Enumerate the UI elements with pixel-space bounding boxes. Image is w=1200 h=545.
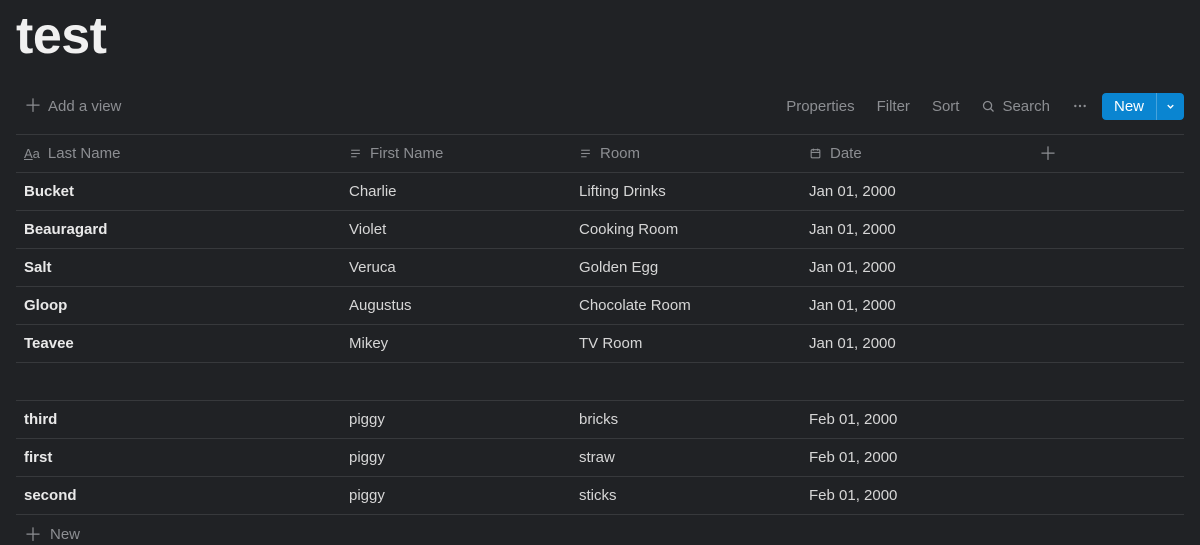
ellipsis-icon [1072, 98, 1088, 114]
column-header-label: Room [600, 145, 640, 162]
cell-last-name: Bucket [16, 183, 341, 200]
cell-first-name: piggy [341, 487, 571, 504]
filter-button[interactable]: Filter [869, 94, 918, 119]
cell-room: straw [571, 449, 801, 466]
cell-date: Jan 01, 2000 [801, 183, 1031, 200]
cell-last-name: Salt [16, 259, 341, 276]
column-header-label: Last Name [48, 145, 121, 162]
cell-first-name: Mikey [341, 335, 571, 352]
search-button[interactable]: Search [973, 94, 1058, 119]
plus-icon: ＋ [24, 97, 42, 115]
cell-room: Cooking Room [571, 221, 801, 238]
cell-room: TV Room [571, 335, 801, 352]
cell-last-name: Teavee [16, 335, 341, 352]
title-property-icon: Aa [24, 146, 40, 161]
date-property-icon [809, 147, 822, 160]
cell-first-name: Charlie [341, 183, 571, 200]
cell-last-name: third [16, 411, 341, 428]
properties-button[interactable]: Properties [778, 94, 862, 119]
table-row[interactable]: BeauragardVioletCooking RoomJan 01, 2000 [16, 211, 1184, 249]
cell-room: Lifting Drinks [571, 183, 801, 200]
text-property-icon [579, 147, 592, 160]
table-header-row: Aa Last Name First Name Room Date [16, 135, 1184, 173]
cell-last-name: Gloop [16, 297, 341, 314]
add-column-button[interactable]: ＋ [1031, 145, 1184, 163]
cell-last-name: second [16, 487, 341, 504]
search-label: Search [1002, 98, 1050, 115]
column-header-room[interactable]: Room [571, 145, 801, 162]
sort-button[interactable]: Sort [924, 94, 968, 119]
column-header-label: Date [830, 145, 862, 162]
page-title[interactable]: test [16, 0, 1184, 84]
cell-first-name: piggy [341, 449, 571, 466]
new-split-button: New [1102, 93, 1184, 120]
cell-first-name: Violet [341, 221, 571, 238]
table-row[interactable]: thirdpiggybricksFeb 01, 2000 [16, 401, 1184, 439]
column-header-date[interactable]: Date [801, 145, 1031, 162]
cell-room: Chocolate Room [571, 297, 801, 314]
chevron-down-icon [1165, 101, 1176, 112]
table-row[interactable]: TeaveeMikeyTV RoomJan 01, 2000 [16, 325, 1184, 363]
more-menu-button[interactable] [1064, 94, 1096, 118]
search-icon [981, 99, 996, 114]
cell-date: Jan 01, 2000 [801, 259, 1031, 276]
new-dropdown-button[interactable] [1156, 93, 1184, 120]
add-view-label: Add a view [48, 98, 121, 115]
view-toolbar: ＋ Add a view Properties Filter Sort Sear… [16, 84, 1184, 128]
plus-icon: ＋ [1039, 145, 1057, 163]
new-row-label: New [50, 526, 80, 543]
cell-first-name: Augustus [341, 297, 571, 314]
cell-date: Jan 01, 2000 [801, 297, 1031, 314]
table-row[interactable]: GloopAugustusChocolate RoomJan 01, 2000 [16, 287, 1184, 325]
column-header-last-name[interactable]: Aa Last Name [16, 145, 341, 162]
table-row[interactable]: firstpiggystrawFeb 01, 2000 [16, 439, 1184, 477]
cell-last-name: Beauragard [16, 221, 341, 238]
cell-date: Jan 01, 2000 [801, 335, 1031, 352]
cell-room: bricks [571, 411, 801, 428]
column-header-first-name[interactable]: First Name [341, 145, 571, 162]
cell-date: Feb 01, 2000 [801, 449, 1031, 466]
cell-room: Golden Egg [571, 259, 801, 276]
table-row[interactable]: secondpiggysticksFeb 01, 2000 [16, 477, 1184, 515]
column-header-label: First Name [370, 145, 443, 162]
add-view-button[interactable]: ＋ Add a view [16, 93, 129, 119]
cell-date: Jan 01, 2000 [801, 221, 1031, 238]
new-button[interactable]: New [1102, 93, 1156, 120]
group-separator [16, 363, 1184, 401]
cell-last-name: first [16, 449, 341, 466]
plus-icon: ＋ [24, 526, 42, 544]
cell-room: sticks [571, 487, 801, 504]
cell-date: Feb 01, 2000 [801, 487, 1031, 504]
table-row[interactable]: BucketCharlieLifting DrinksJan 01, 2000 [16, 173, 1184, 211]
new-row-button[interactable]: ＋ New [16, 515, 1184, 545]
table-row[interactable]: SaltVerucaGolden EggJan 01, 2000 [16, 249, 1184, 287]
cell-date: Feb 01, 2000 [801, 411, 1031, 428]
cell-first-name: Veruca [341, 259, 571, 276]
database-table: Aa Last Name First Name Room Date [16, 135, 1184, 545]
text-property-icon [349, 147, 362, 160]
cell-first-name: piggy [341, 411, 571, 428]
